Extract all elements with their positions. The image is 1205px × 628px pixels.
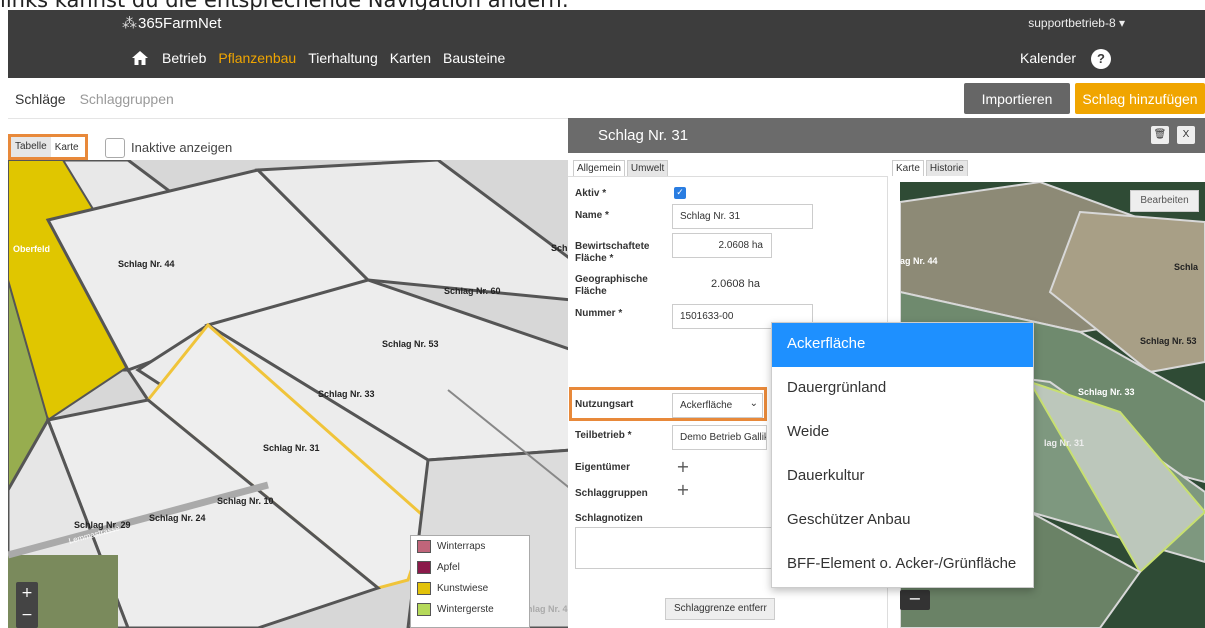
field-label-53: Schlag Nr. 53 [382, 339, 439, 349]
tab-karte-right[interactable]: Karte [892, 160, 924, 176]
field-label-oberfeld: Oberfeld [13, 244, 51, 254]
legend-item: Kunstwiese [411, 578, 529, 599]
detail-header: Schlag Nr. 31 🗑 X [568, 118, 1205, 153]
map-zoom-control: + − [16, 582, 38, 628]
detail-title: Schlag Nr. 31 [598, 127, 689, 144]
right-map-label-31: lag Nr. 31 [1044, 438, 1085, 448]
main-nav: Betrieb Pflanzenbau Tierhaltung Karten B… [8, 40, 1205, 78]
add-field-button[interactable]: Schlag hinzufügen [1075, 83, 1205, 114]
notes-textarea[interactable] [575, 527, 780, 569]
bewirtschaftete-flaeche-input[interactable]: 2.0608 ha [672, 233, 772, 258]
legend-item: Winterraps [411, 536, 529, 557]
trash-icon[interactable]: 🗑 [1151, 126, 1169, 144]
option-geschuetzer-anbau[interactable]: Geschützer Anbau [772, 499, 1033, 543]
legend-item: Wintergerste [411, 599, 529, 620]
tab-umwelt[interactable]: Umwelt [626, 160, 669, 176]
legend-swatch [417, 603, 431, 616]
zoom-in-button[interactable]: + [16, 582, 38, 604]
add-owner-button[interactable]: + [674, 458, 692, 476]
nutzungsart-dropdown: Ackerfläche Dauergrünland Weide Dauerkul… [771, 322, 1034, 588]
legend-swatch [417, 540, 431, 553]
field-label-44: Schlag Nr. 44 [118, 259, 175, 269]
inactive-label: Inaktive anzeigen [131, 140, 233, 155]
logo-text: 365FarmNet [138, 14, 222, 32]
view-toggle: Tabelle Karte [8, 134, 88, 160]
right-map-label-44: ag Nr. 44 [900, 256, 938, 266]
calendar-link[interactable]: Kalender [1020, 50, 1076, 66]
field-label-60: Schlag Nr. 60 [444, 286, 501, 296]
bewirtschaftete-flaeche-label: Bewirtschaftete Fläche * [575, 241, 650, 264]
legend-swatch [417, 582, 431, 595]
geographische-flaeche-value: 2.0608 ha [711, 278, 760, 290]
eigentuemer-label: Eigentümer [575, 462, 631, 473]
legend-item: Apfel [411, 557, 529, 578]
tab-schlaege[interactable]: Schläge [15, 91, 66, 107]
field-label-10: Schlag Nr. 10 [217, 496, 274, 506]
inactive-checkbox[interactable] [105, 138, 125, 158]
aktiv-checkbox[interactable]: ✓ [674, 187, 686, 199]
right-zoom-out-button[interactable]: − [900, 590, 930, 610]
edit-button[interactable]: Bearbeiten [1130, 190, 1199, 212]
teilbetrieb-select[interactable]: Demo Betrieb Gallike [672, 425, 767, 450]
nav-item-bausteine[interactable]: Bausteine [443, 50, 505, 66]
top-bar: ⁂ 365FarmNet supportbetrieb-8 ▾ [8, 10, 1205, 40]
nav-item-pflanzenbau[interactable]: Pflanzenbau [218, 50, 296, 66]
option-bff-element[interactable]: BFF-Element o. Acker-/Grünfläche [772, 543, 1033, 587]
teilbetrieb-label: Teilbetrieb * [575, 430, 632, 441]
field-label-31: Schlag Nr. 31 [263, 443, 320, 453]
tab-historie[interactable]: Historie [925, 160, 968, 176]
field-label-33: Schlag Nr. 33 [318, 389, 375, 399]
nutzungsart-label: Nutzungsart [575, 399, 634, 410]
close-button[interactable]: X [1177, 126, 1195, 144]
legend-swatch [417, 561, 431, 574]
right-map-label-53: Schlag Nr. 53 [1140, 336, 1197, 346]
tab-allgemein[interactable]: Allgemein [573, 160, 625, 176]
add-group-button[interactable]: + [674, 481, 692, 499]
map-legend: Winterraps Apfel Kunstwiese Wintergerste [410, 535, 530, 628]
option-ackerflaeche[interactable]: Ackerfläche [772, 323, 1033, 367]
tab-karte[interactable]: Karte [51, 142, 83, 153]
option-dauerkultur[interactable]: Dauerkultur [772, 455, 1033, 499]
name-input[interactable]: Schlag Nr. 31 [672, 204, 813, 229]
field-label-24: Schlag Nr. 24 [149, 513, 206, 523]
schlagnotizen-label: Schlagnotizen [575, 513, 643, 524]
option-weide[interactable]: Weide [772, 411, 1033, 455]
nav-item-betrieb[interactable]: Betrieb [162, 50, 206, 66]
nummer-label: Nummer * [575, 308, 623, 319]
tab-tabelle[interactable]: Tabelle [11, 137, 51, 157]
tab-schlaggruppen[interactable]: Schlaggruppen [80, 91, 174, 107]
right-map-label-schla: Schla [1174, 262, 1199, 272]
import-button[interactable]: Importieren [964, 83, 1070, 114]
nav-item-tierhaltung[interactable]: Tierhaltung [308, 50, 378, 66]
zoom-out-button[interactable]: − [16, 604, 38, 626]
schlaggruppen-label: Schlaggruppen [575, 488, 648, 499]
nav-item-karten[interactable]: Karten [390, 50, 431, 66]
option-dauergruenland[interactable]: Dauergrünland [772, 367, 1033, 411]
help-icon[interactable]: ? [1091, 49, 1111, 69]
home-icon[interactable] [132, 51, 148, 65]
chevron-down-icon: ⌄ [749, 398, 758, 409]
aktiv-label: Aktiv * [575, 188, 607, 199]
name-label: Name * [575, 210, 609, 221]
app-logo[interactable]: ⁂ 365FarmNet [122, 14, 222, 33]
right-map-label-33: Schlag Nr. 33 [1078, 387, 1135, 397]
user-menu[interactable]: supportbetrieb-8 ▾ [1028, 16, 1125, 30]
geographische-flaeche-label: Geographische Fläche [575, 274, 648, 297]
caption-text: links kannst du die entsprechende Naviga… [0, 0, 1205, 10]
nutzungsart-select[interactable]: Ackerfläche ⌄ [672, 393, 763, 418]
remove-boundary-button[interactable]: Schlaggrenze entferr [665, 598, 775, 620]
sub-nav: Schläge Schlaggruppen Importieren Schlag… [8, 78, 1205, 119]
logo-icon: ⁂ [122, 15, 137, 32]
